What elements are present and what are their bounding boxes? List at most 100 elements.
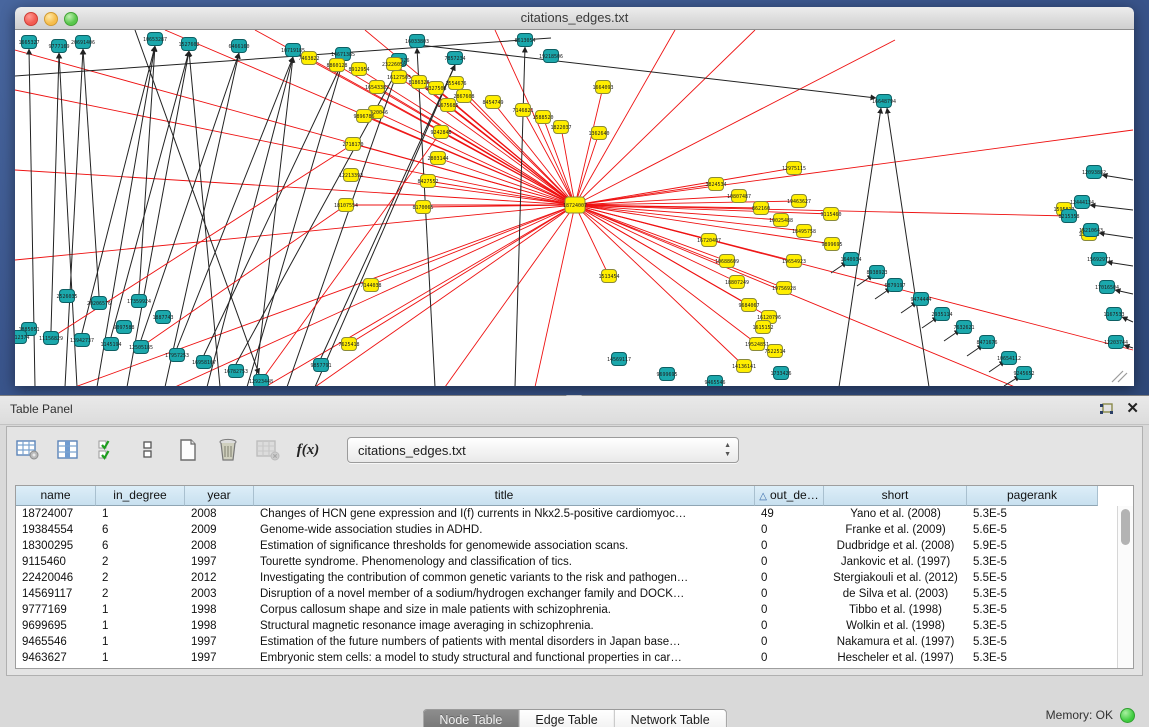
table-cell[interactable]: Franke et al. (2009) [824, 522, 967, 538]
table-cell[interactable]: 18300295 [16, 538, 96, 554]
table-cell[interactable]: 22420046 [16, 570, 96, 586]
new-table-icon[interactable] [175, 437, 201, 463]
delete-table-icon[interactable] [215, 437, 241, 463]
table-cell[interactable]: 0 [755, 602, 824, 618]
table-cell[interactable]: 5.3E-5 [967, 618, 1098, 634]
table-cell[interactable]: 5.3E-5 [967, 602, 1098, 618]
close-traffic-light-icon[interactable] [24, 12, 38, 26]
table-cell[interactable]: Hescheler et al. (1997) [824, 650, 967, 666]
table-cell[interactable]: 5.6E-5 [967, 522, 1098, 538]
column-header-name[interactable]: name [16, 486, 96, 506]
table-row[interactable]: 2242004622012Investigating the contribut… [16, 570, 1098, 586]
table-cell[interactable]: 0 [755, 522, 824, 538]
table-cell[interactable]: 5.3E-5 [967, 554, 1098, 570]
column-header-short[interactable]: short [824, 486, 967, 506]
table-cell[interactable]: Embryonic stem cells: a model to study s… [254, 650, 755, 666]
show-columns-icon[interactable] [95, 437, 121, 463]
table-cell[interactable]: Disruption of a novel member of a sodium… [254, 586, 755, 602]
table-cell[interactable]: Jankovic et al. (1997) [824, 554, 967, 570]
table-cell[interactable]: Nakamura et al. (1997) [824, 634, 967, 650]
table-cell[interactable]: 0 [755, 618, 824, 634]
table-cell[interactable]: Stergiakouli et al. (2012) [824, 570, 967, 586]
table-cell[interactable]: Yano et al. (2008) [824, 506, 967, 522]
table-cell[interactable]: 1997 [185, 554, 254, 570]
table-cell[interactable]: Investigating the contribution of common… [254, 570, 755, 586]
table-cell[interactable]: 2008 [185, 538, 254, 554]
table-cell[interactable]: 2 [96, 586, 185, 602]
table-cell[interactable]: Tourette syndrome. Phenomenology and cla… [254, 554, 755, 570]
table-cell[interactable]: 0 [755, 570, 824, 586]
table-cell[interactable]: 1 [96, 650, 185, 666]
table-cell[interactable]: 5.5E-5 [967, 570, 1098, 586]
table-cell[interactable]: 1 [96, 602, 185, 618]
minimize-traffic-light-icon[interactable] [44, 12, 58, 26]
zoom-traffic-light-icon[interactable] [64, 12, 78, 26]
table-cell[interactable]: 1 [96, 618, 185, 634]
memory-status-icon[interactable] [1120, 708, 1135, 723]
table-cell[interactable]: 0 [755, 586, 824, 602]
table-cell[interactable]: 1 [96, 506, 185, 522]
table-cell[interactable]: 9465546 [16, 634, 96, 650]
table-cell[interactable]: 5.3E-5 [967, 586, 1098, 602]
table-cell[interactable]: 1997 [185, 650, 254, 666]
table-row[interactable]: 977716911998Corpus callosum shape and si… [16, 602, 1098, 618]
table-row[interactable]: 946554611997Estimation of the future num… [16, 634, 1098, 650]
network-window[interactable]: citations_edges.txt 16653279777169206914… [15, 7, 1134, 386]
row-height-icon[interactable] [135, 437, 161, 463]
table-cell[interactable]: 5.3E-5 [967, 650, 1098, 666]
scrollbar-thumb[interactable] [1121, 509, 1130, 545]
table-cell[interactable]: 5.9E-5 [967, 538, 1098, 554]
table-cell[interactable]: Structural magnetic resonance image aver… [254, 618, 755, 634]
resize-grip-icon[interactable] [1112, 371, 1127, 382]
table-cell[interactable]: Corpus callosum shape and size in male p… [254, 602, 755, 618]
table-row[interactable]: 1938455462009Genome-wide association stu… [16, 522, 1098, 538]
table-cell[interactable]: 18724007 [16, 506, 96, 522]
table-row[interactable]: 1872400712008Changes of HCN gene express… [16, 506, 1098, 522]
table-cell[interactable]: 49 [755, 506, 824, 522]
table-row[interactable]: 911546021997Tourette syndrome. Phenomeno… [16, 554, 1098, 570]
table-cell[interactable]: Dudbridge et al. (2008) [824, 538, 967, 554]
table-cell[interactable]: Genome-wide association studies in ADHD. [254, 522, 755, 538]
network-graph[interactable]: 1665327977716920691406106532871527602646… [15, 30, 1134, 386]
table-cell[interactable]: Estimation of significance thresholds fo… [254, 538, 755, 554]
function-builder-icon[interactable]: f(x) [295, 437, 321, 463]
table-selector-dropdown[interactable]: citations_edges.txt ▲▼ [347, 437, 739, 463]
table-cell[interactable]: 2009 [185, 522, 254, 538]
network-window-titlebar[interactable]: citations_edges.txt [15, 7, 1134, 30]
column-header-in_degree[interactable]: in_degree [96, 486, 185, 506]
close-icon[interactable]: ✕ [1126, 401, 1139, 417]
table-cell[interactable]: 0 [755, 634, 824, 650]
table-row[interactable]: 946362711997Embryonic stem cells: a mode… [16, 650, 1098, 666]
table-cell[interactable]: Tibbo et al. (1998) [824, 602, 967, 618]
table-cell[interactable]: 2008 [185, 506, 254, 522]
table-cell[interactable]: 2003 [185, 586, 254, 602]
table-row[interactable]: 1830029562008Estimation of significance … [16, 538, 1098, 554]
column-header-pagerank[interactable]: pagerank [967, 486, 1098, 506]
float-window-icon[interactable] [1099, 403, 1114, 416]
table-cell[interactable]: 6 [96, 538, 185, 554]
table-cell[interactable]: 9115460 [16, 554, 96, 570]
table-cell[interactable]: 9699695 [16, 618, 96, 634]
column-header-year[interactable]: year [185, 486, 254, 506]
select-columns-icon[interactable] [55, 437, 81, 463]
table-cell[interactable]: 1998 [185, 602, 254, 618]
table-cell[interactable]: de Silva et al. (2003) [824, 586, 967, 602]
table-cell[interactable]: 2012 [185, 570, 254, 586]
table-cell[interactable]: 1997 [185, 634, 254, 650]
table-cell[interactable]: 6 [96, 522, 185, 538]
column-header-out_de[interactable]: △out_de… [755, 486, 824, 506]
table-cell[interactable]: 9463627 [16, 650, 96, 666]
table-cell[interactable]: 14569117 [16, 586, 96, 602]
column-header-title[interactable]: title [254, 486, 755, 506]
table-cell[interactable]: 0 [755, 650, 824, 666]
table-cell[interactable]: 1 [96, 634, 185, 650]
table-cell[interactable]: 0 [755, 538, 824, 554]
table-row[interactable]: 969969511998Structural magnetic resonanc… [16, 618, 1098, 634]
table-cell[interactable]: Wolkin et al. (1998) [824, 618, 967, 634]
table-cell[interactable]: Estimation of the future numbers of pati… [254, 634, 755, 650]
table-cell[interactable]: 2 [96, 570, 185, 586]
network-canvas[interactable]: 1665327977716920691406106532871527602646… [15, 30, 1134, 386]
table-settings-icon[interactable] [15, 437, 41, 463]
table-cell[interactable]: 2 [96, 554, 185, 570]
table-cell[interactable]: 19384554 [16, 522, 96, 538]
